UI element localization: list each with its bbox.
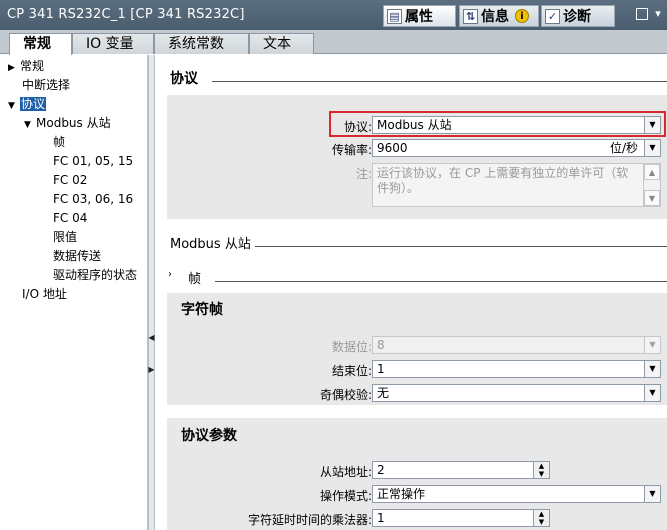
tab-general[interactable]: 常规 [9,33,72,55]
nav-item-fc-01-05-15[interactable]: FC 01, 05, 15 [53,152,133,171]
nav-item-fc-03-06-16[interactable]: FC 03, 06, 16 [53,190,133,209]
parity-value: 无 [377,386,390,400]
increment-icon[interactable]: ▲ [534,462,549,470]
protocol-params-title: 协议参数 [181,428,237,444]
chevron-down-icon: ▼ [644,336,661,354]
tab-properties[interactable]: ▤ 属性 [383,5,456,27]
parity-dropdown[interactable]: 无 ▼ [372,384,661,402]
nav-item-data-transfer[interactable]: 数据传送 [53,247,101,266]
section-divider [255,246,667,247]
stepper-buttons[interactable]: ▲ ▼ [533,461,550,479]
baud-rate-dropdown[interactable]: 9600 位/秒 ▼ [372,139,661,157]
slave-address-stepper[interactable]: 2 ▲ ▼ [372,461,550,479]
tab-io-tags[interactable]: IO 变量 [72,33,154,54]
protocol-params-panel: 协议参数 从站地址: 2 ▲ ▼ 操作模式: 正常操作 ▼ 字符延时时间的乘法器… [167,418,667,530]
info-badge-icon: i [515,9,529,23]
expand-right-icon[interactable]: ▶ [148,363,155,377]
operating-mode-label: 操作模式: [319,489,372,503]
baud-rate-unit: 位/秒 [609,141,638,155]
note-text: 运行该协议，在 CP 上需要有独立的单许可（软件狗）。 [377,166,629,195]
char-frame-panel: 字符帧 数据位: 8 ▼ 结束位: 1 ▼ 奇偶校验: 无 ▼ [167,293,667,405]
nav-item-fc-04[interactable]: FC 04 [53,209,87,228]
restore-icon[interactable] [636,8,648,20]
nav-item-modbus-slave[interactable]: ▼ Modbus 从站 [24,114,111,133]
nav-item-fc-02[interactable]: FC 02 [53,171,87,190]
tab-properties-label: 属性 [405,9,433,25]
chevron-down-icon[interactable]: ▼ [644,360,661,378]
note-label: 注: [355,167,372,181]
decrement-icon[interactable]: ▼ [534,518,549,526]
decrement-icon[interactable]: ▼ [534,470,549,478]
slave-address-label: 从站地址: [319,465,372,479]
data-bits-label: 数据位: [331,340,372,354]
increment-icon[interactable]: ▲ [534,510,549,518]
nav-item-limits[interactable]: 限值 [53,228,77,247]
slave-address-value: 2 [377,463,385,477]
stop-bits-label: 结束位: [331,364,372,378]
navigation-tree: ▶ 常规 中断选择 ▼ 协议 ▼ Modbus 从站 帧 FC 01, 05, 15 … [0,55,148,530]
collapse-icon[interactable]: ▼ [24,116,36,135]
stepper-buttons[interactable]: ▲ ▼ [533,509,550,527]
operating-mode-value: 正常操作 [377,487,426,501]
section-title-protocol: 协议 [170,71,198,87]
chevron-down-icon[interactable]: ▼ [644,384,661,402]
data-bits-dropdown: 8 ▼ [372,336,661,354]
nav-item-io-address[interactable]: I/O 地址 [22,285,67,304]
stop-bits-value: 1 [377,362,385,376]
stop-bits-dropdown[interactable]: 1 ▼ [372,360,661,378]
nav-item-frame[interactable]: 帧 [53,133,65,152]
tab-texts[interactable]: 文本 [249,33,314,54]
expand-icon[interactable]: ▶ [8,59,20,78]
panel-splitter[interactable] [148,55,155,530]
tab-info[interactable]: ⇅ 信息 i [459,5,539,27]
operating-mode-dropdown[interactable]: 正常操作 ▼ [372,485,661,503]
info-icon: ⇅ [463,8,478,24]
char-delay-multiplier-stepper[interactable]: 1 ▲ ▼ [372,509,550,527]
diagnostics-icon: ✓ [545,8,560,24]
data-bits-value: 8 [377,338,385,352]
nav-item-driver-status[interactable]: 驱动程序的状态 [53,266,137,285]
char-delay-multiplier-value: 1 [377,511,385,525]
properties-content: 协议 协议: Modbus 从站 ▼ 传输率: 9600 位/秒 ▼ 注: 运行… [155,55,667,530]
minimize-icon[interactable]: ▾ [652,8,664,20]
scroll-down-icon[interactable]: ▼ [644,190,660,206]
properties-icon: ▤ [387,8,402,24]
chevron-down-icon[interactable]: ▼ [644,485,661,503]
char-frame-title: 字符帧 [181,302,223,318]
tab-diagnostics-label: 诊断 [563,9,591,25]
protocol-highlight-box [329,111,666,137]
nav-item-protocol[interactable]: ▼ 协议 [8,95,47,116]
nav-item-interrupts[interactable]: 中断选择 [22,76,70,95]
section-title-frame: 帧 [188,272,202,287]
window-title: CP 341 RS232C_1 [CP 341 RS232C] [7,7,245,22]
section-title-modbus-slave: Modbus 从站 [170,237,251,252]
collapse-icon[interactable]: ▼ [8,97,20,116]
frame-arrow-icon[interactable]: › [168,269,172,280]
collapse-left-icon[interactable]: ◀ [148,331,155,345]
tab-info-label: 信息 [481,9,509,25]
section-divider [215,281,667,282]
scroll-up-icon[interactable]: ▲ [644,164,660,180]
note-scrollbar[interactable]: ▲ ▼ [643,164,660,206]
chevron-down-icon[interactable]: ▼ [644,139,661,157]
parity-label: 奇偶校验: [319,388,372,402]
baud-rate-label: 传输率: [331,143,372,157]
baud-rate-value: 9600 [377,141,408,155]
tab-system-constants[interactable]: 系统常数 [154,33,249,54]
nav-item-general[interactable]: ▶ 常规 [8,57,44,76]
tab-diagnostics[interactable]: ✓ 诊断 [541,5,615,27]
section-divider [212,81,667,82]
char-delay-multiplier-label: 字符延时时间的乘法器: [247,513,372,527]
note-textarea[interactable]: 运行该协议，在 CP 上需要有独立的单许可（软件狗）。 ▲ ▼ [372,163,661,207]
